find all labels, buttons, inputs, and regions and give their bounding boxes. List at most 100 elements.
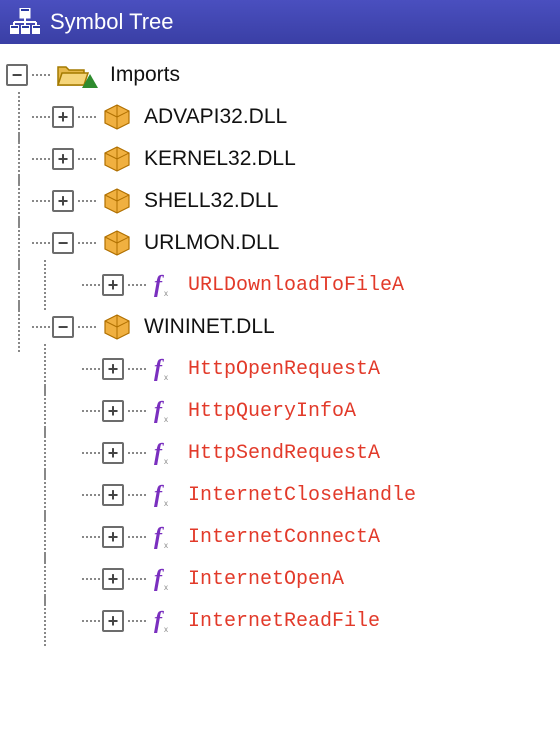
tree-node-dll[interactable]: − URLMON.DLL <box>6 222 560 264</box>
tree-node-label: HttpOpenRequestA <box>188 358 380 381</box>
tree-connector <box>78 158 96 160</box>
overlay-triangle-icon <box>82 74 98 88</box>
svg-text:f: f <box>154 608 164 634</box>
tree-node-label: InternetCloseHandle <box>188 484 416 507</box>
svg-text:x: x <box>164 499 168 508</box>
package-icon <box>102 103 132 131</box>
expand-toggle[interactable]: + <box>102 400 124 422</box>
svg-text:x: x <box>164 583 168 592</box>
tree-node-function[interactable]: + fx HttpOpenRequestA <box>6 348 560 390</box>
tree-line <box>6 264 32 306</box>
tree-line <box>32 474 82 516</box>
window-titlebar: Symbol Tree <box>0 0 560 44</box>
collapse-toggle[interactable]: − <box>52 316 74 338</box>
expand-toggle[interactable]: + <box>102 274 124 296</box>
tree-line <box>6 222 32 264</box>
tree-connector <box>78 116 96 118</box>
svg-text:f: f <box>154 524 164 550</box>
tree-line <box>6 180 32 222</box>
tree-connector <box>78 200 96 202</box>
expand-toggle[interactable]: + <box>102 526 124 548</box>
tree-line <box>6 348 32 390</box>
tree-node-function[interactable]: + fx InternetConnectA <box>6 516 560 558</box>
function-icon: fx <box>152 608 176 634</box>
tree-line <box>6 138 32 180</box>
tree-node-function[interactable]: + fx InternetCloseHandle <box>6 474 560 516</box>
expand-toggle[interactable]: + <box>102 442 124 464</box>
tree-line <box>32 348 82 390</box>
tree-connector <box>82 284 100 286</box>
tree-connector <box>32 116 50 118</box>
symbol-tree-icon <box>10 8 40 36</box>
expand-toggle[interactable]: + <box>102 610 124 632</box>
expand-toggle[interactable]: + <box>102 358 124 380</box>
tree-connector <box>82 410 100 412</box>
tree-connector <box>32 158 50 160</box>
expand-toggle[interactable]: + <box>52 190 74 212</box>
tree-connector <box>82 368 100 370</box>
expand-toggle[interactable]: + <box>52 148 74 170</box>
tree-node-function[interactable]: + fx InternetReadFile <box>6 600 560 642</box>
svg-text:f: f <box>154 482 164 508</box>
collapse-toggle[interactable]: − <box>6 64 28 86</box>
tree-connector <box>128 452 146 454</box>
tree-node-dll[interactable]: + ADVAPI32.DLL <box>6 96 560 138</box>
tree-node-label: InternetConnectA <box>188 526 380 549</box>
svg-text:x: x <box>164 625 168 634</box>
svg-text:x: x <box>164 541 168 550</box>
function-icon: fx <box>152 356 176 382</box>
tree-line <box>6 432 32 474</box>
tree-connector <box>128 410 146 412</box>
tree-node-label: HttpQueryInfoA <box>188 400 356 423</box>
tree-line <box>32 264 82 306</box>
svg-text:x: x <box>164 415 168 424</box>
svg-text:x: x <box>164 457 168 466</box>
svg-text:f: f <box>154 356 164 382</box>
tree-node-label: WININET.DLL <box>144 315 275 339</box>
tree-node-dll[interactable]: + KERNEL32.DLL <box>6 138 560 180</box>
svg-text:f: f <box>154 398 164 424</box>
tree-node-function[interactable]: + fx HttpQueryInfoA <box>6 390 560 432</box>
tree-connector <box>78 326 96 328</box>
svg-text:x: x <box>164 289 168 298</box>
tree-line <box>6 474 32 516</box>
svg-text:f: f <box>154 440 164 466</box>
tree-connector <box>32 74 50 76</box>
tree-connector <box>82 536 100 538</box>
tree-node-label: ADVAPI32.DLL <box>144 105 287 129</box>
tree-line <box>6 96 32 138</box>
svg-text:f: f <box>154 566 164 592</box>
tree-node-dll[interactable]: + SHELL32.DLL <box>6 180 560 222</box>
tree-connector <box>82 494 100 496</box>
tree-node-function[interactable]: + fx URLDownloadToFileA <box>6 264 560 306</box>
tree-node-label: URLMON.DLL <box>144 231 279 255</box>
tree-node-label: Imports <box>110 63 180 87</box>
tree-connector <box>82 452 100 454</box>
svg-text:x: x <box>164 373 168 382</box>
function-icon: fx <box>152 398 176 424</box>
tree-node-function[interactable]: + fx InternetOpenA <box>6 558 560 600</box>
package-icon <box>102 187 132 215</box>
tree-connector <box>32 326 50 328</box>
tree-line <box>6 516 32 558</box>
tree-node-imports[interactable]: − Imports <box>6 54 560 96</box>
tree-connector <box>128 536 146 538</box>
tree-line <box>32 558 82 600</box>
expand-toggle[interactable]: + <box>102 484 124 506</box>
tree-connector <box>128 578 146 580</box>
tree-line <box>6 306 32 348</box>
expand-toggle[interactable]: + <box>102 568 124 590</box>
collapse-toggle[interactable]: − <box>52 232 74 254</box>
tree-node-label: HttpSendRequestA <box>188 442 380 465</box>
tree-line <box>32 390 82 432</box>
window-title: Symbol Tree <box>50 9 174 35</box>
tree-node-label: SHELL32.DLL <box>144 189 278 213</box>
expand-toggle[interactable]: + <box>52 106 74 128</box>
tree-node-label: InternetReadFile <box>188 610 380 633</box>
tree-node-function[interactable]: + fx HttpSendRequestA <box>6 432 560 474</box>
svg-text:f: f <box>154 272 164 298</box>
symbol-tree: − Imports + ADVAPI32.DLL + KERNE <box>0 44 560 642</box>
tree-connector <box>32 242 50 244</box>
tree-node-label: URLDownloadToFileA <box>188 274 404 297</box>
tree-node-dll[interactable]: − WININET.DLL <box>6 306 560 348</box>
